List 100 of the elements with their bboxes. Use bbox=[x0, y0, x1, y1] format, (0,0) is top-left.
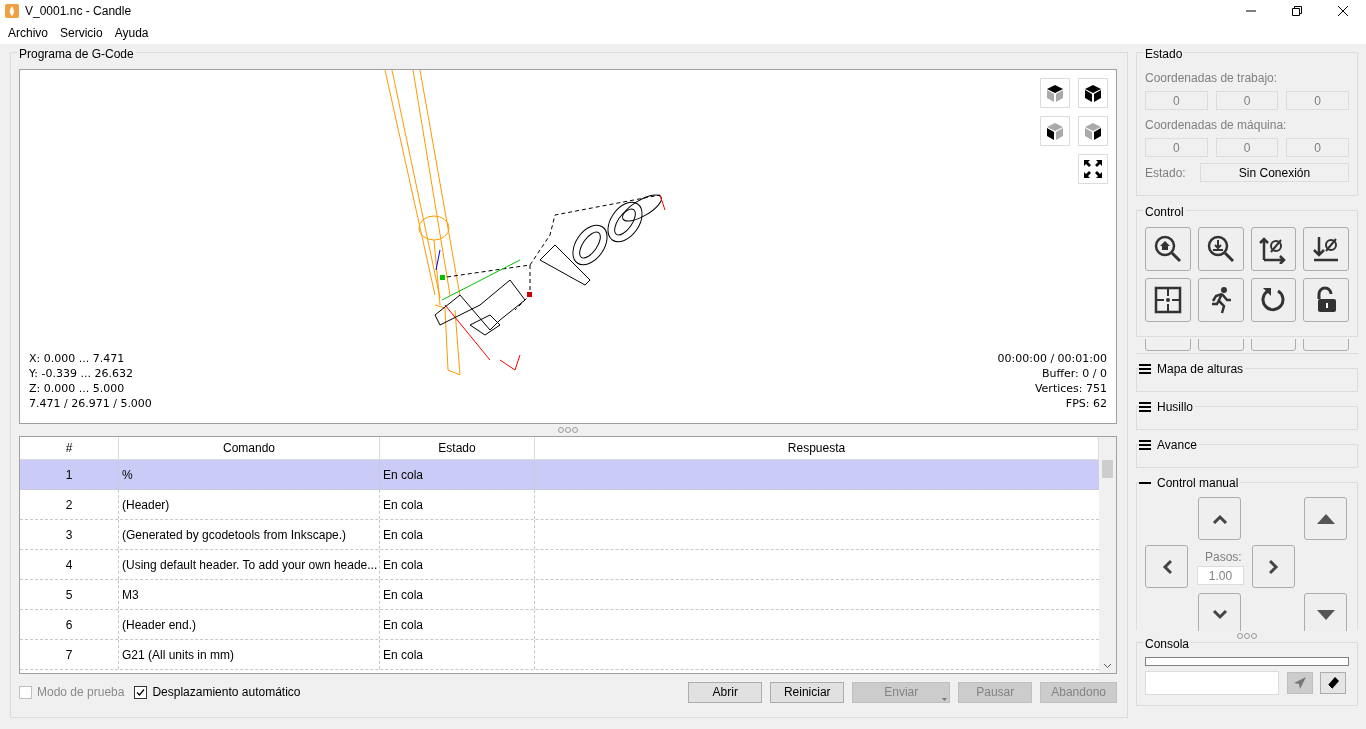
table-cell: 5 bbox=[20, 580, 119, 609]
table-row[interactable]: 3 (Generated by gcodetools from Inkscape.) En cola bbox=[20, 520, 1099, 550]
chevron-down-icon bbox=[1211, 609, 1228, 620]
magnifier-down-icon bbox=[1205, 234, 1236, 264]
table-cell: G21 (All units in mm) bbox=[119, 640, 380, 669]
origin-button[interactable] bbox=[1145, 278, 1191, 322]
home-button[interactable] bbox=[1145, 227, 1191, 271]
coordinate-field: 0 bbox=[1286, 91, 1349, 110]
table-cell: En cola bbox=[380, 490, 535, 519]
table-cell: 4 bbox=[20, 550, 119, 579]
table-cell: 3 bbox=[20, 520, 119, 549]
coordinate-info: Y: -0.339 ... 26.632 bbox=[29, 366, 134, 381]
splitter-handle-icon[interactable] bbox=[558, 427, 578, 433]
action-button[interactable]: Reiniciar bbox=[770, 681, 845, 703]
cube-icon bbox=[1083, 121, 1103, 141]
view-button[interactable] bbox=[1078, 116, 1108, 146]
chevron-up-icon bbox=[1211, 513, 1228, 524]
column-header[interactable]: Comando bbox=[119, 437, 380, 459]
column-header[interactable]: # bbox=[20, 437, 119, 459]
triangle-down-icon bbox=[1316, 609, 1335, 620]
crosshair-icon bbox=[1152, 285, 1183, 315]
eraser-icon bbox=[1326, 676, 1340, 690]
view-button[interactable] bbox=[1078, 78, 1108, 108]
table-row[interactable]: 5 M3 En cola bbox=[20, 580, 1099, 610]
table-cell: En cola bbox=[380, 580, 535, 609]
table-row[interactable]: 2 (Header) En cola bbox=[20, 490, 1099, 520]
table-row[interactable]: 4 (Using default header. To add your own heade... En cola bbox=[20, 550, 1099, 580]
table-row[interactable]: 7 G21 (All units in mm) En cola bbox=[20, 640, 1099, 670]
command-input-field[interactable] bbox=[1145, 671, 1279, 695]
render-info: Vertices: 751 bbox=[1034, 381, 1107, 396]
z-up-button[interactable] bbox=[1304, 497, 1347, 540]
z-down-button[interactable] bbox=[1304, 593, 1347, 631]
menu-item[interactable]: Archivo bbox=[2, 24, 54, 42]
clear-console-button[interactable] bbox=[1320, 672, 1346, 694]
table-cell: 1 bbox=[20, 460, 119, 489]
table-cell: (Using default header. To add your own heade... bbox=[119, 550, 380, 579]
table-row[interactable]: 6 (Header end.) En cola bbox=[20, 610, 1099, 640]
scrollbar-thumb[interactable] bbox=[1102, 460, 1113, 478]
coordinate-info: Z: 0.000 ... 5.000 bbox=[29, 381, 126, 396]
coordinate-field: 0 bbox=[1145, 138, 1208, 157]
close-icon bbox=[1338, 6, 1348, 16]
checkbox[interactable] bbox=[134, 685, 148, 699]
dropdown-arrow-icon bbox=[942, 697, 948, 701]
table-cell: En cola bbox=[380, 550, 535, 579]
table-cell: En cola bbox=[380, 610, 535, 639]
menu-item[interactable]: Servicio bbox=[54, 24, 109, 42]
coordinate-info: X: 0.000 ... 7.471 bbox=[29, 351, 126, 366]
view-button[interactable] bbox=[1040, 78, 1070, 108]
render-info: Buffer: 0 / 0 bbox=[1041, 366, 1107, 381]
triangle-up-icon bbox=[1316, 513, 1335, 524]
action-button[interactable]: Abrir bbox=[688, 681, 763, 703]
unlock-button[interactable] bbox=[1303, 278, 1349, 322]
steps-field[interactable]: 1.00 bbox=[1197, 566, 1244, 585]
chevron-right-icon bbox=[1268, 558, 1279, 575]
table-cell: 2 bbox=[20, 490, 119, 519]
cube-icon bbox=[1083, 83, 1103, 103]
table-row[interactable]: 1 % En cola bbox=[20, 460, 1099, 490]
coordinate-field: 0 bbox=[1286, 138, 1349, 157]
scrollbar[interactable] bbox=[1099, 437, 1116, 673]
coordinate-field: 0 bbox=[1215, 138, 1279, 157]
table-cell: En cola bbox=[380, 460, 535, 489]
expand-icon bbox=[1083, 159, 1103, 179]
window-title: V_0001.nc - Candle bbox=[25, 3, 132, 20]
table-cell: 7 bbox=[20, 640, 119, 669]
table-cell: (Generated by gcodetools from Inkscape.) bbox=[119, 520, 380, 549]
scroll-down-icon[interactable] bbox=[1103, 663, 1112, 669]
probe-button[interactable] bbox=[1197, 227, 1244, 271]
table-cell: (Header end.) bbox=[119, 610, 380, 639]
fit-view-button[interactable] bbox=[1078, 154, 1108, 184]
jog-left-button[interactable] bbox=[1145, 545, 1188, 588]
table-cell: En cola bbox=[380, 520, 535, 549]
menu-icon bbox=[1139, 401, 1151, 413]
magnifier-home-icon bbox=[1152, 234, 1183, 264]
jog-up-button[interactable] bbox=[1198, 497, 1241, 540]
steps-label: Pasos: bbox=[1205, 549, 1242, 566]
table-cell: En cola bbox=[380, 640, 535, 669]
menu-item[interactable]: Ayuda bbox=[108, 24, 155, 42]
table-cell: 6 bbox=[20, 610, 119, 639]
app-logo-icon bbox=[5, 4, 19, 18]
jog-right-button[interactable] bbox=[1252, 545, 1295, 588]
reset-button[interactable] bbox=[1250, 278, 1297, 322]
splitter-handle-icon[interactable] bbox=[1237, 633, 1257, 639]
zero-z-button[interactable] bbox=[1303, 227, 1349, 271]
jog-down-button[interactable] bbox=[1198, 593, 1241, 631]
coordinate-field: 0 bbox=[1215, 91, 1279, 110]
cube-icon bbox=[1045, 83, 1065, 103]
checkbox-label[interactable]: Desplazamiento automático bbox=[152, 683, 301, 701]
table-cell: % bbox=[119, 460, 380, 489]
table-cell: (Header) bbox=[119, 490, 380, 519]
render-info: FPS: 62 bbox=[1065, 396, 1107, 411]
menu-icon bbox=[1139, 439, 1151, 451]
view-button[interactable] bbox=[1040, 116, 1070, 146]
send-command-button[interactable] bbox=[1287, 672, 1313, 694]
paper-plane-icon bbox=[1293, 676, 1307, 690]
column-header[interactable]: Estado bbox=[380, 437, 535, 459]
run-button[interactable] bbox=[1197, 278, 1244, 322]
status-field: Sin Conexión bbox=[1200, 163, 1349, 182]
cube-icon bbox=[1045, 121, 1065, 141]
coordinate-info: 7.471 / 26.971 / 5.000 bbox=[29, 396, 152, 411]
zero-xy-button[interactable] bbox=[1250, 227, 1297, 271]
